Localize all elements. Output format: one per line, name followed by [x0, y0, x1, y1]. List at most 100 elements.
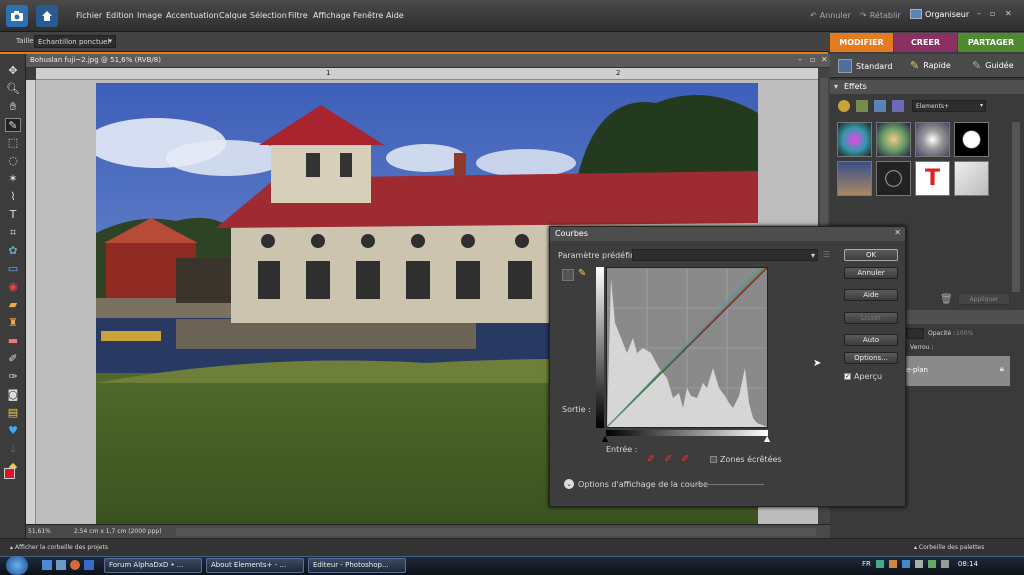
shape-tool-icon[interactable]: ♥ [5, 424, 21, 438]
effect-thumb[interactable] [876, 161, 911, 196]
menu-item[interactable]: Sélection [250, 11, 287, 20]
mode-standard[interactable]: Standard [838, 59, 892, 73]
brush-tool-icon[interactable]: ✐ [5, 352, 21, 366]
favorites-icon[interactable] [892, 100, 904, 112]
palette-bin-toggle[interactable]: ▴ Corbeille des palettes [914, 544, 984, 551]
ok-button[interactable]: OK [844, 249, 898, 261]
curve-graph[interactable] [606, 267, 768, 428]
effect-thumb[interactable] [837, 122, 872, 157]
effect-thumb[interactable] [837, 161, 872, 196]
doc-minimize-button[interactable]: – [798, 55, 802, 64]
cookie-cutter-icon[interactable]: ✿ [5, 244, 21, 258]
auto-button[interactable]: Auto [844, 334, 898, 346]
menu-item[interactable]: Aide [386, 11, 404, 20]
menu-item[interactable]: Filtre [288, 11, 308, 20]
curve-edit-tool[interactable] [562, 269, 574, 281]
options-button[interactable]: Options... [844, 352, 898, 364]
tray-icon[interactable] [888, 560, 897, 568]
gray-eyedropper-icon[interactable]: ✐ [664, 454, 672, 465]
blend-mode-select[interactable] [906, 328, 924, 339]
effect-thumb[interactable] [876, 122, 911, 157]
sample-size-select[interactable]: Echantillon ponctuel ▾ [34, 35, 116, 48]
effect-thumb[interactable] [915, 122, 950, 157]
preset-select[interactable]: ▾ [632, 249, 818, 261]
move-tool-icon[interactable]: ✥ [5, 64, 21, 78]
effects-header[interactable]: ▾ Effets [830, 80, 1024, 94]
white-eyedropper-icon[interactable]: ✐ [681, 454, 689, 465]
layer-styles-icon[interactable] [856, 100, 868, 112]
network-icon[interactable] [927, 560, 936, 568]
effects-scrollbar[interactable] [1012, 122, 1020, 292]
magic-wand-tool-icon[interactable]: ✶ [5, 172, 21, 186]
smooth-button[interactable]: Lisser [844, 312, 898, 324]
organizer-button[interactable]: Organiseur [910, 9, 969, 19]
hand-tool-icon[interactable]: ✋︎ [5, 100, 21, 114]
undo-button[interactable]: ↶ Annuler [810, 11, 851, 20]
start-button[interactable] [6, 556, 28, 575]
taskbar-task[interactable]: Editeur - Photoshop... [308, 558, 406, 573]
straighten-tool-icon[interactable]: ▭ [5, 262, 21, 276]
pencil-icon[interactable]: ✎ [578, 268, 586, 279]
opacity-value[interactable]: 100% [956, 330, 973, 337]
taskbar-task[interactable]: About Elements+ - ... [206, 558, 304, 573]
tray-icon[interactable] [914, 560, 923, 568]
smart-brush-icon[interactable]: ✑ [5, 370, 21, 384]
effect-thumb[interactable]: T [915, 161, 950, 196]
black-point-slider[interactable]: ▲ [602, 434, 608, 443]
dialog-close-button[interactable]: ✕ [894, 228, 901, 237]
preset-options-icon[interactable]: ☰ [823, 250, 830, 259]
camera-app-icon[interactable] [6, 5, 28, 27]
desktop-icon[interactable] [42, 560, 52, 570]
zoom-tool-icon[interactable]: 🔍︎ [5, 82, 21, 96]
healing-brush-icon[interactable]: ▰ [5, 298, 21, 312]
preview-checkbox[interactable]: ✓ [844, 373, 851, 380]
apply-button[interactable]: Appliquer [958, 293, 1010, 305]
tray-icon[interactable] [875, 560, 884, 568]
menu-item[interactable]: Edition [106, 11, 134, 20]
mode-guided[interactable]: ✎ Guidée [972, 59, 1014, 72]
filters-icon[interactable] [838, 100, 850, 112]
clipping-checkbox[interactable] [710, 456, 717, 463]
menu-item[interactable]: Fenêtre [353, 11, 383, 20]
project-bin-toggle[interactable]: ▴ Afficher la corbeille des projets [10, 544, 108, 551]
foreground-color-swatch[interactable] [4, 468, 15, 479]
lasso-tool-icon[interactable]: ◌ [5, 154, 21, 168]
effects-library-select[interactable]: Elements+ ▾ [912, 100, 986, 112]
menu-item[interactable]: Fichier [76, 11, 102, 20]
app-icon[interactable] [84, 560, 94, 570]
horizontal-scrollbar[interactable] [176, 528, 816, 536]
effect-thumb[interactable] [954, 161, 989, 196]
clock[interactable]: 08:14 [958, 560, 978, 568]
paint-bucket-icon[interactable]: ◙ [5, 388, 21, 402]
menu-item[interactable]: Accentuation [166, 11, 219, 20]
effect-thumb[interactable] [954, 122, 989, 157]
mode-quick[interactable]: ✎ Rapide [910, 59, 951, 72]
menu-item[interactable]: Calque [219, 11, 247, 20]
cancel-button[interactable]: Annuler [844, 267, 898, 279]
gradient-tool-icon[interactable]: ▤ [5, 406, 21, 420]
taskbar-task[interactable]: Forum AlphaDxD • ... [104, 558, 202, 573]
dialog-title-bar[interactable]: Courbes ✕ [550, 227, 905, 241]
menu-item[interactable]: Image [137, 11, 162, 20]
window-switch-icon[interactable] [56, 560, 66, 570]
minimize-button[interactable]: – [977, 9, 981, 18]
help-button[interactable]: Aide [844, 289, 898, 301]
zoom-value[interactable]: 51,61% [28, 528, 51, 535]
volume-icon[interactable] [940, 560, 949, 568]
photo-effects-icon[interactable] [874, 100, 886, 112]
tab-modify[interactable]: MODIFIER [830, 33, 893, 52]
maximize-button[interactable]: ▫ [990, 9, 995, 18]
selection-brush-icon[interactable]: ⌇ [5, 190, 21, 204]
crop-tool-icon[interactable]: ⌗ [5, 226, 21, 240]
menu-item[interactable]: Affichage [313, 11, 351, 20]
language-indicator[interactable]: FR [862, 560, 871, 568]
red-eye-tool-icon[interactable]: ◉ [5, 280, 21, 294]
eyedropper-tool-icon[interactable]: ✎ [5, 118, 21, 132]
tray-icon[interactable] [901, 560, 910, 568]
layer-row[interactable]: e-plan 🔒︎ [906, 356, 1010, 386]
eraser-tool-icon[interactable]: ▬ [5, 334, 21, 348]
close-button[interactable]: ✕ [1005, 9, 1012, 18]
marquee-tool-icon[interactable]: ⬚ [5, 136, 21, 150]
document-title-bar[interactable]: Bohuslan fuji~2.jpg @ 51,6% (RVB/8) – ▫ … [26, 54, 830, 68]
text-tool-icon[interactable]: T [5, 208, 21, 222]
